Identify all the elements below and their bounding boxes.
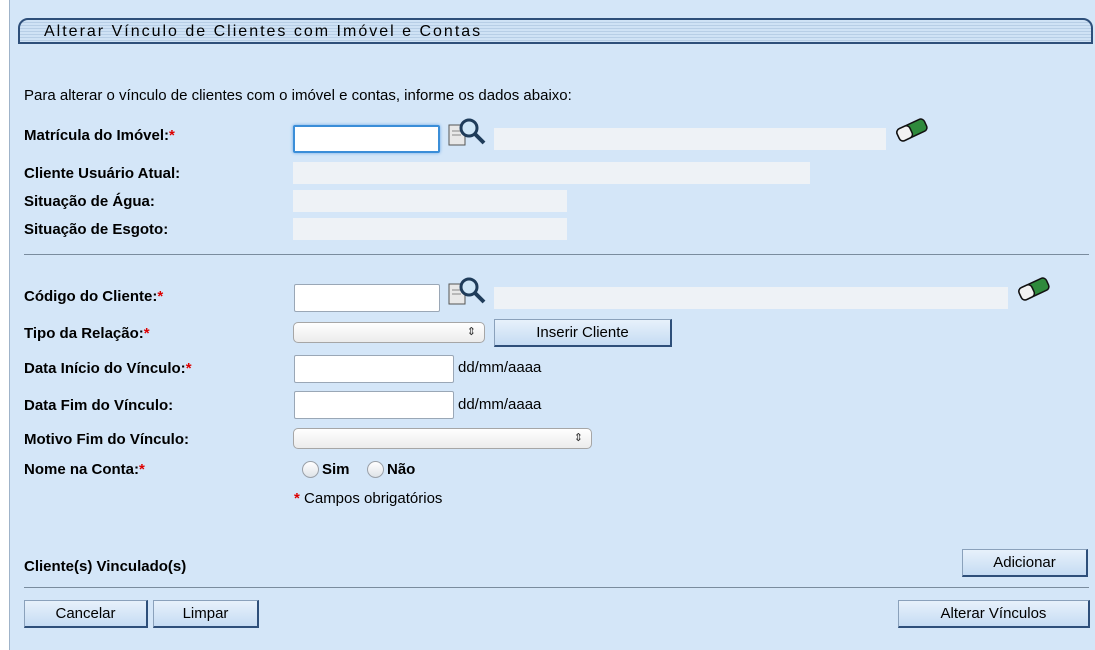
magnifier-search-icon[interactable]	[447, 117, 487, 149]
clientes-vinculados-label: Cliente(s) Vinculado(s)	[24, 558, 187, 575]
magnifier-search-icon[interactable]	[447, 276, 487, 308]
nome-conta-label: Nome na Conta:*	[24, 461, 145, 478]
codigo-cliente-input[interactable]	[294, 284, 440, 312]
codigo-cliente-label: Código do Cliente:*	[24, 288, 164, 305]
cliente-usuario-field	[293, 162, 810, 184]
section-divider	[24, 254, 1089, 255]
cancelar-button[interactable]: Cancelar	[24, 600, 148, 628]
nome-conta-nao-radio[interactable]	[367, 461, 384, 478]
instructions-text: Para alterar o vínculo de clientes com o…	[24, 87, 572, 104]
cliente-usuario-label: Cliente Usuário Atual:	[24, 165, 181, 182]
data-fim-input[interactable]	[294, 391, 454, 419]
inserir-cliente-button[interactable]: Inserir Cliente	[494, 319, 672, 347]
matricula-input[interactable]	[293, 125, 440, 153]
form-title-bar: Alterar Vínculo de Clientes com Imóvel e…	[18, 18, 1093, 44]
page: Alterar Vínculo de Clientes com Imóvel e…	[0, 0, 1095, 650]
select-arrows-icon: ⇕	[466, 326, 476, 338]
window-left-edge	[0, 0, 10, 650]
bottom-divider	[24, 587, 1089, 588]
adicionar-button[interactable]: Adicionar	[962, 549, 1088, 577]
tipo-relacao-label: Tipo da Relação:*	[24, 325, 150, 342]
data-inicio-input[interactable]	[294, 355, 454, 383]
codigo-cliente-description-field	[494, 287, 1008, 309]
situacao-esgoto-field	[293, 218, 567, 240]
data-inicio-hint: dd/mm/aaaa	[458, 359, 542, 376]
limpar-button[interactable]: Limpar	[153, 600, 259, 628]
data-fim-label: Data Fim do Vínculo:	[24, 397, 174, 414]
motivo-fim-label: Motivo Fim do Vínculo:	[24, 431, 189, 448]
required-fields-note: * Campos obrigatórios	[294, 490, 443, 507]
tipo-relacao-select[interactable]: ⇕	[293, 322, 485, 343]
matricula-description-field	[494, 128, 886, 150]
situacao-agua-label: Situação de Água:	[24, 193, 155, 210]
eraser-icon[interactable]	[1015, 274, 1055, 304]
select-arrows-icon: ⇕	[573, 432, 583, 444]
situacao-esgoto-label: Situação de Esgoto:	[24, 221, 169, 238]
nome-conta-sim-radio[interactable]	[302, 461, 319, 478]
alterar-vinculos-button[interactable]: Alterar Vínculos	[898, 600, 1090, 628]
eraser-icon[interactable]	[893, 115, 933, 145]
situacao-agua-field	[293, 190, 567, 212]
nome-conta-sim-label: Sim	[322, 461, 350, 478]
form-title: Alterar Vínculo de Clientes com Imóvel e…	[44, 23, 483, 40]
motivo-fim-select[interactable]: ⇕	[293, 428, 592, 449]
matricula-label: Matrícula do Imóvel:*	[24, 127, 175, 144]
data-fim-hint: dd/mm/aaaa	[458, 396, 542, 413]
nome-conta-nao-label: Não	[387, 461, 416, 478]
data-inicio-label: Data Início do Vínculo:*	[24, 360, 192, 377]
